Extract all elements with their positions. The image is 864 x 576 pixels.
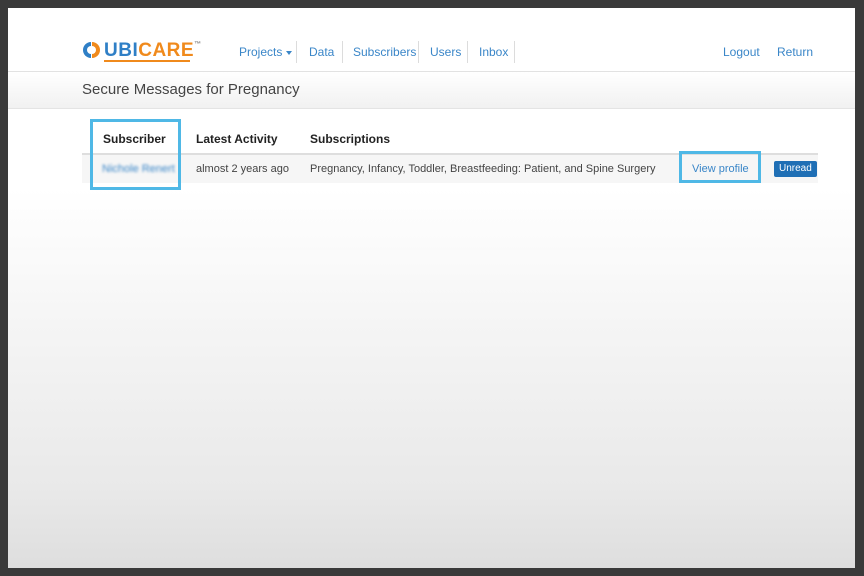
caret-down-icon xyxy=(286,50,293,55)
ubicare-logo-icon xyxy=(83,41,101,59)
top-navbar: UBICARE™ Projects Data Subscribers Users… xyxy=(8,8,855,72)
nav-inbox[interactable]: Inbox xyxy=(479,41,508,63)
column-header-latest-activity[interactable]: Latest Activity xyxy=(196,132,278,146)
nav-projects-label: Projects xyxy=(239,45,283,59)
nav-users[interactable]: Users xyxy=(430,41,461,63)
logo-trademark: ™ xyxy=(194,40,202,48)
nav-divider xyxy=(296,41,297,63)
nav-divider xyxy=(342,41,343,63)
column-header-subscriptions[interactable]: Subscriptions xyxy=(310,132,390,146)
page-title: Secure Messages for Pregnancy xyxy=(82,81,300,98)
logo-text: UBICARE™ xyxy=(104,41,202,60)
nav-logout[interactable]: Logout xyxy=(723,41,760,63)
nav-divider xyxy=(418,41,419,63)
app-window: UBICARE™ Projects Data Subscribers Users… xyxy=(8,8,855,568)
nav-data[interactable]: Data xyxy=(309,41,334,63)
nav-divider xyxy=(467,41,468,63)
nav-return[interactable]: Return xyxy=(777,41,813,63)
latest-activity-cell: almost 2 years ago xyxy=(196,163,289,175)
logo-underline xyxy=(104,60,190,62)
logo-text-care: CARE xyxy=(138,39,195,61)
nav-divider xyxy=(514,41,515,63)
logo-text-ubi: UBI xyxy=(104,39,139,61)
page-header: Secure Messages for Pregnancy xyxy=(8,72,855,109)
nav-projects[interactable]: Projects xyxy=(239,41,293,63)
nav-subscribers[interactable]: Subscribers xyxy=(353,41,416,63)
subscriptions-cell: Pregnancy, Infancy, Toddler, Breastfeedi… xyxy=(310,163,656,175)
unread-badge[interactable]: Unread xyxy=(774,161,817,177)
highlight-box-subscriber-column xyxy=(90,119,181,190)
highlight-box-view-profile xyxy=(679,151,761,183)
